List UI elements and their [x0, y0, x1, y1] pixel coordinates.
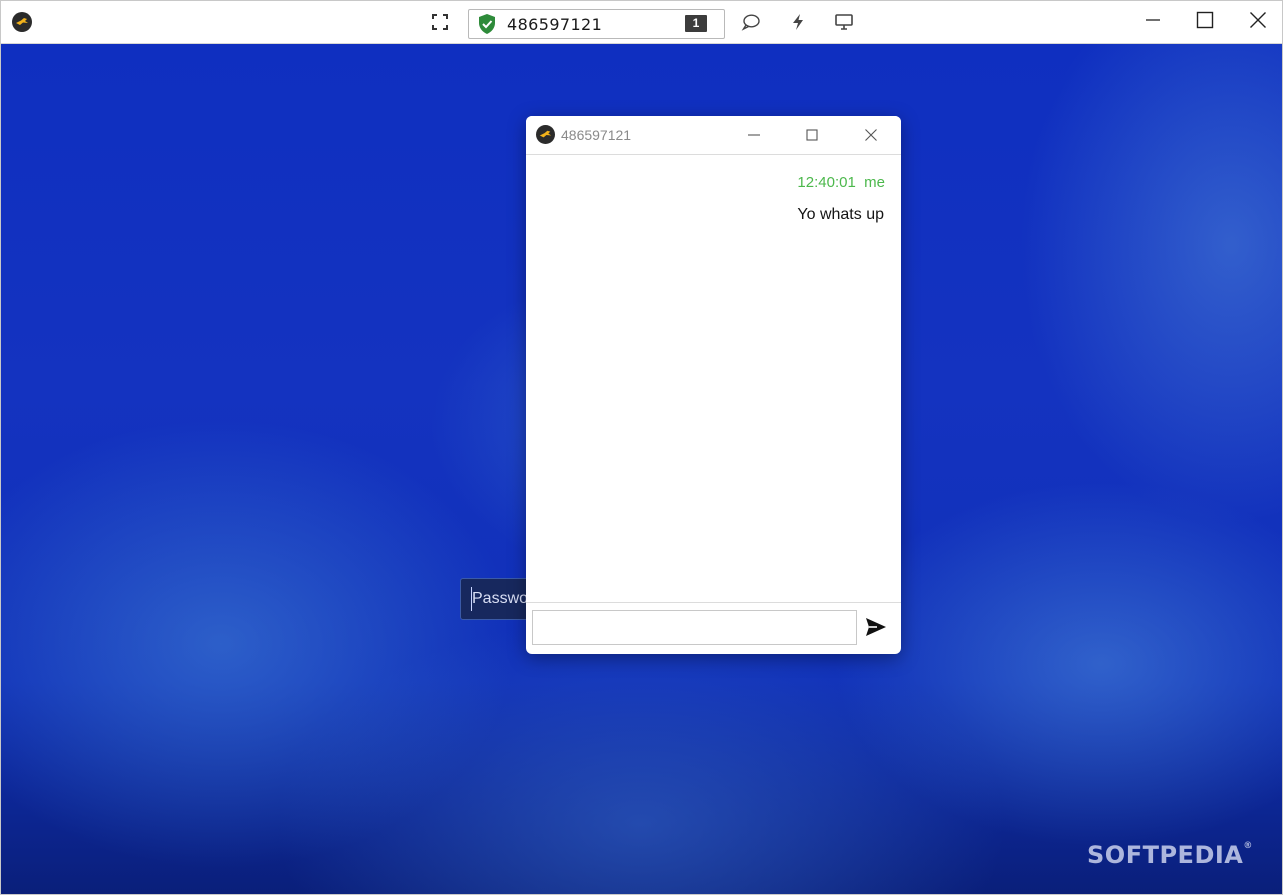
minimize-icon — [748, 134, 760, 136]
chat-footer — [526, 602, 901, 654]
chat-message-input[interactable] — [532, 610, 857, 645]
session-toolbar: 486597121 1 — [1, 1, 1282, 44]
session-id-box[interactable]: 486597121 1 — [468, 9, 725, 39]
shield-check-icon — [479, 14, 495, 34]
monitor-icon[interactable] — [833, 11, 855, 33]
message-meta: 12:40:01 me — [797, 174, 885, 191]
chat-title: 486597121 — [561, 127, 632, 143]
message-time: 12:40:01 — [797, 174, 856, 191]
remote-session-window: 486597121 1 Passwo SOFTPEDIA® 486597121 … — [0, 0, 1283, 895]
lightning-icon[interactable] — [787, 11, 809, 33]
send-icon — [866, 618, 886, 636]
chat-logo-icon — [536, 125, 555, 144]
close-icon — [865, 129, 877, 141]
fullscreen-icon[interactable] — [429, 11, 451, 33]
send-button[interactable] — [862, 613, 890, 641]
message-text: Yo whats up — [797, 206, 884, 223]
chat-maximize-button[interactable] — [797, 122, 827, 148]
chat-icon[interactable] — [740, 11, 762, 33]
chat-close-button[interactable] — [856, 122, 886, 148]
session-id-text: 486597121 — [507, 15, 603, 34]
softpedia-watermark: SOFTPEDIA® — [1087, 841, 1253, 869]
close-icon — [1250, 12, 1266, 28]
chat-titlebar[interactable]: 486597121 — [526, 116, 901, 155]
maximize-icon — [1196, 11, 1214, 29]
close-button[interactable] — [1241, 5, 1275, 35]
password-placeholder: Passwo — [472, 590, 529, 607]
chat-window: 486597121 12:40:01 me Yo whats up — [526, 116, 901, 654]
chat-minimize-button[interactable] — [739, 122, 769, 148]
message-list[interactable]: 12:40:01 me Yo whats up — [526, 155, 901, 601]
app-logo-icon — [12, 12, 32, 32]
maximize-icon — [806, 129, 818, 141]
session-count-badge: 1 — [685, 15, 707, 32]
maximize-button[interactable] — [1188, 5, 1222, 35]
message-sender: me — [864, 174, 885, 191]
minimize-icon — [1146, 19, 1160, 21]
minimize-button[interactable] — [1136, 5, 1170, 35]
